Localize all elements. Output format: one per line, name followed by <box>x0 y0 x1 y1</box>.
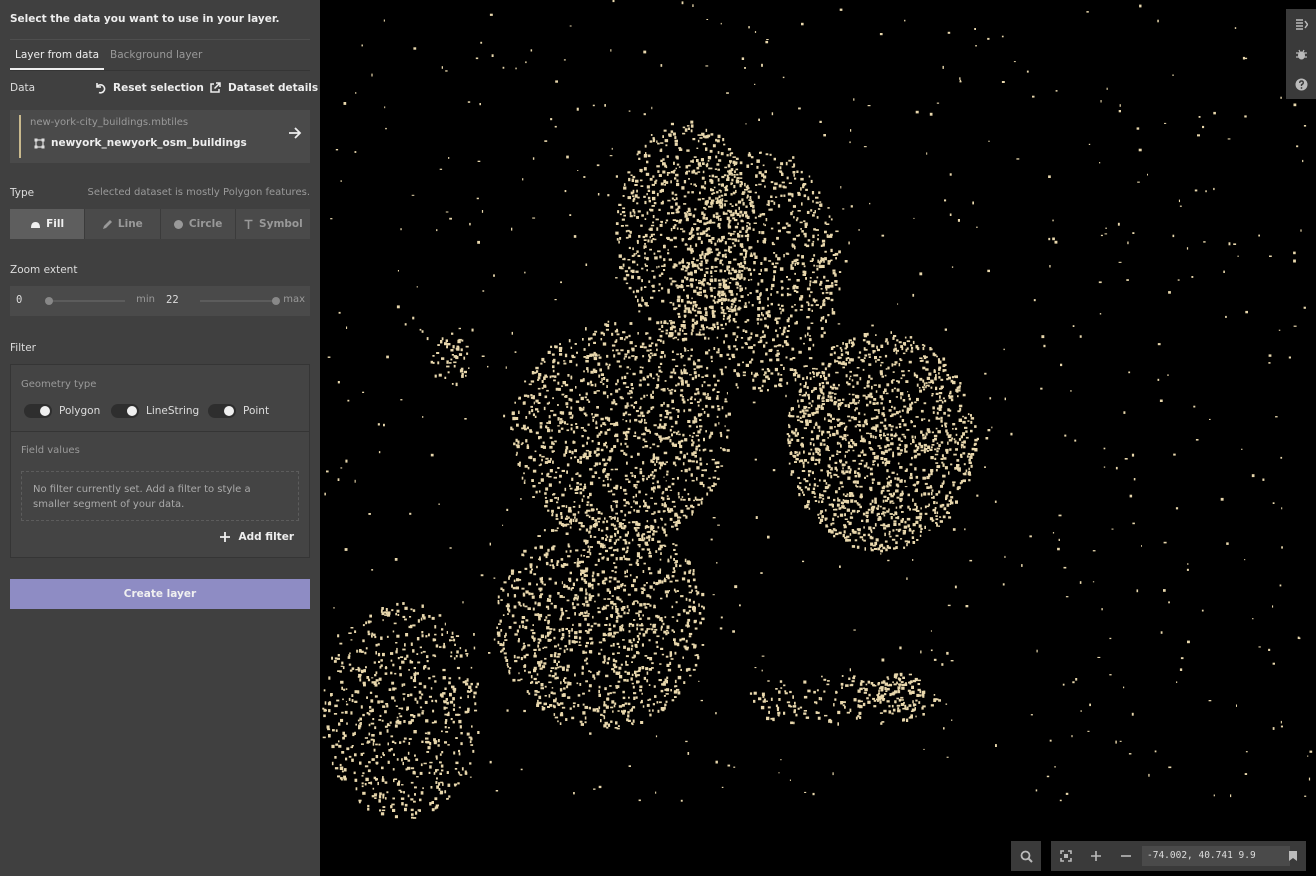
undo-icon <box>96 83 106 94</box>
toggle-point[interactable]: Point <box>208 404 269 418</box>
zoom-in-button[interactable] <box>1081 841 1111 871</box>
type-symbol-button[interactable]: Symbol <box>235 209 310 239</box>
map-canvas[interactable] <box>320 0 1316 876</box>
map-controls: -74.002, 40.741 9.9 <box>1051 841 1306 871</box>
layer-list-icon <box>1295 18 1308 30</box>
zoom-min-slider-handle[interactable] <box>45 297 53 305</box>
zoom-out-button[interactable] <box>1111 841 1141 871</box>
pencil-icon <box>102 219 112 229</box>
data-section-label: Data <box>10 82 36 94</box>
map-side-toolbar <box>1286 9 1316 99</box>
type-symbol-label: Symbol <box>259 218 303 230</box>
no-filter-message: No filter currently set. Add a filter to… <box>21 471 299 521</box>
toggle-linestring[interactable]: LineString <box>111 404 199 418</box>
toggle-switch[interactable] <box>111 404 139 418</box>
plus-icon <box>1091 851 1101 861</box>
zoom-max-value[interactable]: 22 <box>166 294 179 306</box>
zoom-max-control: 22 max <box>160 286 310 316</box>
fit-bounds-button[interactable] <box>1051 841 1081 871</box>
toggle-polygon[interactable]: Polygon <box>24 404 100 418</box>
plus-icon <box>220 532 231 542</box>
toggle-switch[interactable] <box>208 404 236 418</box>
dataset-selector[interactable]: new-york-city_buildings.mbtiles newyork_… <box>10 110 310 163</box>
type-section-label: Type <box>10 187 35 199</box>
type-circle-button[interactable]: Circle <box>160 209 236 239</box>
polygon-layer-icon <box>34 138 45 148</box>
toggle-switch[interactable] <box>24 404 52 418</box>
building-footprints-layer <box>322 0 1313 819</box>
type-circle-label: Circle <box>188 218 223 230</box>
add-filter-label: Add filter <box>238 531 294 543</box>
bug-icon <box>1295 49 1307 59</box>
zoom-max-slider-handle[interactable] <box>272 297 280 305</box>
bookmark-icon <box>1289 851 1297 861</box>
layer-type-selector: Fill Line Circle Symbol <box>10 209 310 239</box>
search-icon <box>1020 850 1033 863</box>
dataset-layer-name: newyork_newyork_osm_buildings <box>51 137 247 149</box>
dataset-source-name: new-york-city_buildings.mbtiles <box>30 117 189 128</box>
type-fill-button[interactable]: Fill <box>10 209 86 239</box>
type-fill-label: Fill <box>46 218 65 230</box>
field-values-label: Field values <box>21 445 80 456</box>
zoom-extent-label: Zoom extent <box>10 264 78 276</box>
dataset-details-button[interactable]: Dataset details <box>209 82 318 94</box>
create-layer-button[interactable]: Create layer <box>10 579 310 609</box>
type-line-button[interactable]: Line <box>85 209 161 239</box>
add-filter-button[interactable]: Add filter <box>220 531 294 543</box>
filter-divider <box>11 431 309 432</box>
type-hint: Selected dataset is mostly Polygon featu… <box>87 187 310 198</box>
zoom-min-value[interactable]: 0 <box>16 294 22 306</box>
zoom-max-unit: max <box>283 294 305 305</box>
help-button[interactable] <box>1286 69 1316 99</box>
tab-layer-from-data[interactable]: Layer from data <box>9 49 105 70</box>
layers-panel-button[interactable] <box>1286 9 1316 39</box>
zoom-max-slider-track[interactable] <box>200 300 275 302</box>
toggle-linestring-label: LineString <box>146 405 200 417</box>
fill-icon <box>31 221 41 228</box>
zoom-min-control: 0 min <box>10 286 160 316</box>
circle-icon <box>173 219 183 229</box>
text-t-icon <box>244 219 253 229</box>
arrow-right-icon[interactable] <box>288 126 302 140</box>
filter-section-label: Filter <box>10 342 37 354</box>
dataset-details-label: Dataset details <box>228 82 319 94</box>
expand-icon <box>1060 850 1072 862</box>
reset-selection-button[interactable]: Reset selection <box>94 82 204 94</box>
help-icon <box>1295 78 1307 90</box>
layer-source-tabs: Layer from data Background layer <box>9 39 310 71</box>
dataset-layer: newyork_newyork_osm_buildings <box>34 137 247 149</box>
type-line-label: Line <box>117 218 143 230</box>
debug-button[interactable] <box>1286 39 1316 69</box>
coordinates-readout[interactable]: -74.002, 40.741 9.9 <box>1142 846 1290 866</box>
bookmark-button[interactable] <box>1280 841 1306 871</box>
reset-selection-label: Reset selection <box>113 82 204 94</box>
toggle-polygon-label: Polygon <box>59 405 101 417</box>
zoom-min-unit: min <box>136 294 155 305</box>
external-link-icon <box>210 82 221 93</box>
tab-background-layer[interactable]: Background layer <box>110 49 202 61</box>
panel-title: Select the data you want to use in your … <box>10 13 280 25</box>
sidebar: Select the data you want to use in your … <box>0 0 320 876</box>
filter-panel: Geometry type Polygon LineString Point F… <box>10 364 310 558</box>
map-search-button[interactable] <box>1011 841 1041 871</box>
geometry-type-label: Geometry type <box>21 379 97 390</box>
minus-icon <box>1121 855 1131 857</box>
toggle-point-label: Point <box>243 405 270 417</box>
zoom-min-slider-track[interactable] <box>48 300 125 302</box>
dataset-accent-bar <box>19 115 21 158</box>
